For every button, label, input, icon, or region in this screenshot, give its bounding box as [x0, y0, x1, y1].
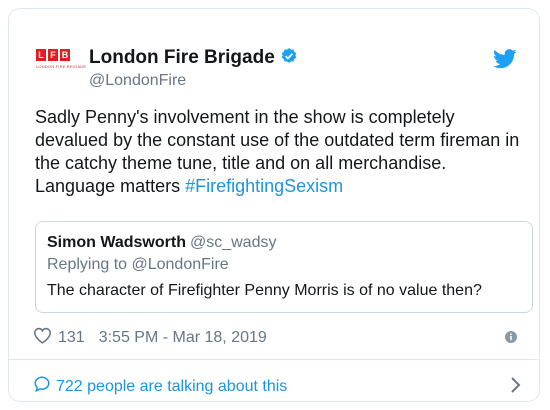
logo-letter: F: [48, 49, 58, 61]
heart-icon[interactable]: [33, 327, 52, 349]
account-name-text: London Fire Brigade: [89, 47, 275, 68]
quoted-replying-to: Replying to @LondonFire: [47, 256, 229, 273]
talking-about-link[interactable]: 722 people are talking about this: [33, 375, 287, 398]
twitter-bird-icon[interactable]: [493, 49, 517, 74]
info-icon[interactable]: [505, 330, 517, 348]
comment-bubble-icon: [33, 375, 51, 398]
like-count[interactable]: 131: [58, 329, 85, 347]
tweet-meta: 131 3:55 PM - Mar 18, 2019: [33, 327, 267, 349]
logo-tagline: LONDON FIRE BRIGADE: [36, 64, 87, 69]
talking-about-text: 722 people are talking about this: [56, 377, 288, 395]
tweet-text: Sadly Penny's involvement in the show is…: [35, 106, 525, 198]
account-handle[interactable]: @LondonFire: [89, 72, 186, 90]
quoted-author-name: Simon Wadsworth: [47, 234, 186, 251]
logo-letters: L F B: [36, 49, 74, 61]
verified-badge-icon: [280, 47, 298, 71]
account-avatar[interactable]: L F B LONDON FIRE BRIGADE: [36, 49, 87, 75]
divider: [9, 359, 539, 360]
quoted-author: Simon Wadsworth @sc_wadsy: [47, 234, 276, 252]
tweet-timestamp[interactable]: 3:55 PM - Mar 18, 2019: [99, 329, 267, 347]
logo-letter: B: [60, 49, 70, 61]
quoted-tweet[interactable]: Simon Wadsworth @sc_wadsy Replying to @Lo…: [35, 221, 533, 313]
logo-letter: L: [36, 49, 46, 61]
quoted-text: The character of Firefighter Penny Morri…: [47, 282, 482, 299]
account-name[interactable]: London Fire Brigade: [89, 47, 298, 71]
quoted-author-handle: @sc_wadsy: [189, 234, 277, 251]
tweet-card: L F B LONDON FIRE BRIGADE London Fire Br…: [8, 8, 540, 402]
chevron-right-icon[interactable]: [509, 376, 521, 399]
hashtag-link[interactable]: #FirefightingSexism: [185, 176, 343, 196]
